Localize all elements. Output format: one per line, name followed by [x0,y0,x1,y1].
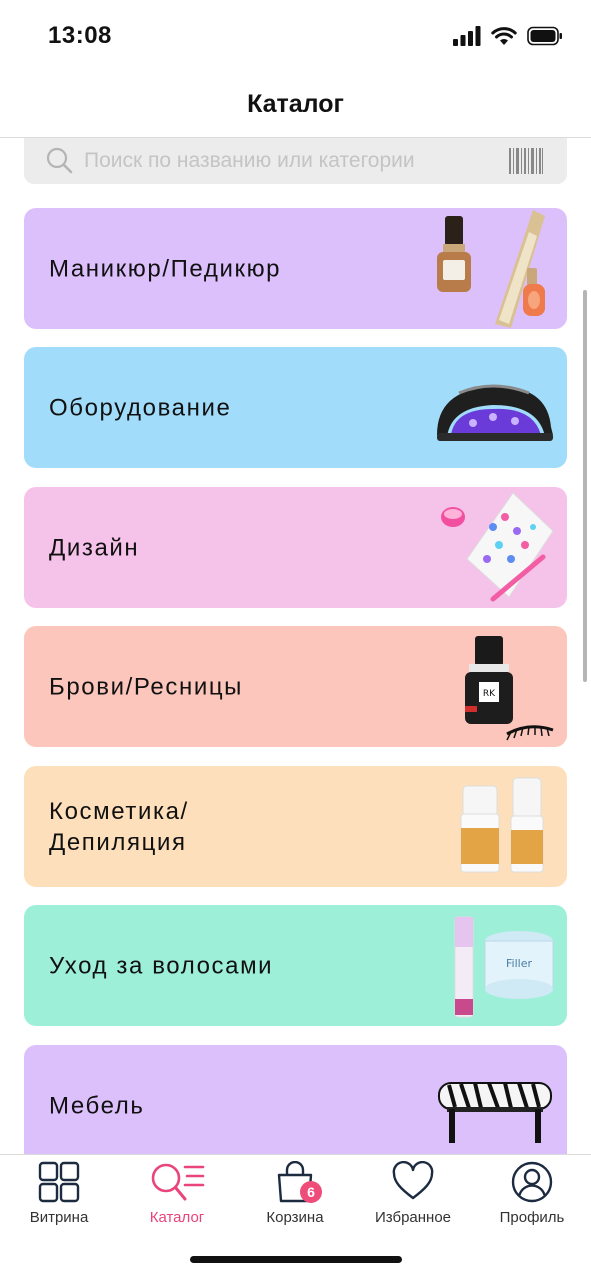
svg-text:RK: RK [483,689,496,699]
tab-cart[interactable]: 6 Корзина [236,1155,354,1235]
tab-label: Корзина [266,1209,324,1226]
tab-catalog[interactable]: Каталог [118,1155,236,1235]
lash-glue-icon: RK [465,636,554,741]
category-card-cosmetics[interactable]: Косметика/ Депиляция [24,766,567,887]
category-label: Брови/Ресницы [49,673,244,700]
cellular-signal-icon [453,26,481,46]
tab-favorites[interactable]: Избранное [354,1155,472,1235]
nail-polish-products-icon [437,210,545,328]
profile-icon [511,1161,553,1203]
status-time: 13:08 [48,22,112,49]
heart-icon [392,1161,434,1200]
catalog-content[interactable]: Маникюр/Педикюр Оборудование Дизайн [0,138,591,1154]
category-card-manicure[interactable]: Маникюр/Педикюр [24,208,567,329]
tab-label: Профиль [499,1209,565,1226]
category-label: Дизайн [49,534,140,561]
svg-text:Filler: Filler [506,957,532,970]
navigation-header: Каталог [0,76,591,138]
page-title: Каталог [247,90,344,118]
nail-stickers-icon [441,492,554,602]
tab-label: Избранное [374,1209,452,1226]
tab-showcase[interactable]: Витрина [0,1155,118,1235]
category-label: Уход за волосами [49,952,274,979]
category-label: Мебель [49,1092,145,1119]
status-icons [453,26,563,46]
search-icon [46,147,73,174]
home-indicator[interactable] [190,1256,402,1263]
tab-profile[interactable]: Профиль [473,1155,591,1235]
uv-lamp-icon [437,384,553,441]
status-bar: 13:08 [0,0,591,76]
category-card-brows-lashes[interactable]: Брови/Ресницы RK [24,626,567,747]
search-bar[interactable] [24,138,567,184]
tab-label: Витрина [29,1209,89,1226]
tab-label: Каталог [149,1209,205,1226]
wifi-icon [491,27,517,45]
catalog-search-icon [151,1163,205,1201]
battery-icon [527,26,562,46]
grid-icon [38,1161,80,1203]
scrollbar[interactable] [583,290,587,682]
category-card-furniture[interactable]: Мебель [24,1045,567,1154]
category-card-equipment[interactable]: Оборудование [24,347,567,468]
hair-care-products-icon: Filler [454,916,554,1018]
category-label: Маникюр/Педикюр [49,255,282,282]
search-input[interactable] [84,138,484,184]
zebra-stool-icon [438,1082,552,1143]
category-card-design[interactable]: Дизайн [24,487,567,608]
category-label: Оборудование [49,394,232,421]
cart-badge: 6 [300,1181,322,1203]
category-card-hair-care[interactable]: Уход за волосами Filler [24,905,567,1026]
barcode-scan-icon[interactable] [509,148,543,174]
category-label: Косметика/ Депиляция [49,797,189,856]
cosmetic-bottles-icon [460,777,544,873]
